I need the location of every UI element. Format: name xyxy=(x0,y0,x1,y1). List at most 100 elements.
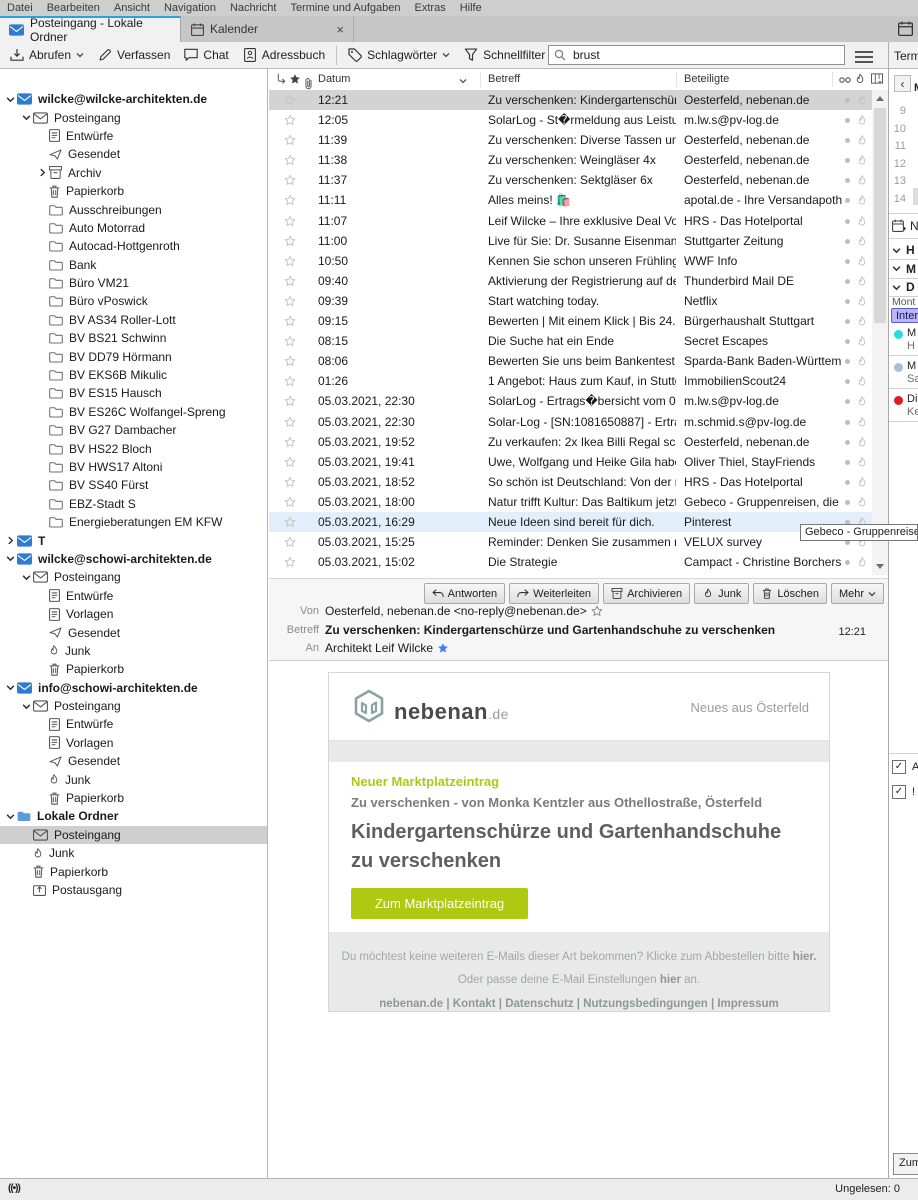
chevron-right-icon[interactable] xyxy=(4,536,17,545)
search-box[interactable] xyxy=(548,45,845,65)
folder-row-posteingang[interactable]: Posteingang xyxy=(0,697,267,715)
week-number[interactable]: 9 xyxy=(889,105,906,117)
folder-row-junk[interactable]: Junk xyxy=(0,642,267,660)
junk-icon[interactable] xyxy=(857,215,867,228)
chevron-down-icon[interactable] xyxy=(4,554,17,563)
read-status-dot[interactable] xyxy=(845,359,850,364)
today-section-1[interactable]: M xyxy=(892,262,916,276)
toolbar-button-adressbuch[interactable]: Adressbuch xyxy=(236,44,332,67)
message-row[interactable]: 08:06Bewerten Sie uns beim BankentestSpa… xyxy=(269,351,872,371)
folder-row-bv-as34-roller-lott[interactable]: BV AS34 Roller-Lott xyxy=(0,311,267,329)
message-row[interactable]: 05.03.2021, 22:30Solar-Log - [SN:1081650… xyxy=(269,412,872,432)
folder-row-bv-bs21-schwinn[interactable]: BV BS21 Schwinn xyxy=(0,329,267,347)
folder-row-archiv[interactable]: Archiv xyxy=(0,164,267,182)
folder-row-entw-rfe[interactable]: Entwürfe xyxy=(0,127,267,145)
folder-row-b-ro-vm21[interactable]: Büro VM21 xyxy=(0,274,267,292)
folder-row-auto-motorrad[interactable]: Auto Motorrad xyxy=(0,219,267,237)
star-icon[interactable] xyxy=(284,94,296,106)
folder-row-bank[interactable]: Bank xyxy=(0,256,267,274)
week-number[interactable]: 12 xyxy=(889,158,906,170)
message-row[interactable]: 05.03.2021, 19:41Uwe, Wolfgang und Heike… xyxy=(269,452,872,472)
star-icon[interactable] xyxy=(284,496,296,508)
read-status-dot[interactable] xyxy=(845,299,850,304)
read-status-dot[interactable] xyxy=(845,118,850,123)
folder-row-junk[interactable]: Junk xyxy=(0,844,267,862)
minimonth-today-cell[interactable] xyxy=(913,188,918,205)
folder-row-ebz-stadt-s[interactable]: EBZ-Stadt S xyxy=(0,495,267,513)
column-subject[interactable]: Betreff xyxy=(488,73,520,85)
junk-icon[interactable] xyxy=(857,556,867,569)
message-row[interactable]: 09:15Bewerten | Mit einem Klick | Bis 24… xyxy=(269,311,872,331)
message-row[interactable]: 10:50Kennen Sie schon unseren Frühlingsb… xyxy=(269,251,872,271)
message-row[interactable]: 05.03.2021, 18:00Natur trifft Kultur: Da… xyxy=(269,492,872,512)
button-mehr[interactable]: Mehr xyxy=(831,583,884,604)
message-row[interactable]: 05.03.2021, 18:52So schön ist Deutschlan… xyxy=(269,472,872,492)
folder-row-bv-hws17-altoni[interactable]: BV HWS17 Altoni xyxy=(0,458,267,476)
star-icon[interactable] xyxy=(284,516,296,528)
search-input[interactable] xyxy=(571,47,839,63)
star-icon[interactable] xyxy=(284,355,296,367)
scroll-up-icon[interactable] xyxy=(876,96,884,101)
open-calendar-tab-icon[interactable] xyxy=(898,21,913,36)
task-row[interactable]: ✓! xyxy=(892,785,915,799)
selected-event[interactable]: Inter xyxy=(891,308,918,323)
folder-row-b-ro-vposwick[interactable]: Büro vPoswick xyxy=(0,292,267,310)
message-row[interactable]: 05.03.2021, 19:52Zu verkaufen: 2x Ikea B… xyxy=(269,432,872,452)
chevron-down-icon[interactable] xyxy=(4,95,17,104)
chevron-down-icon[interactable] xyxy=(4,683,17,692)
star-icon[interactable] xyxy=(284,456,296,468)
column-correspondents[interactable]: Beteiligte xyxy=(684,73,729,85)
thread-column-icon[interactable] xyxy=(276,73,287,84)
folder-row-postausgang[interactable]: Postausgang xyxy=(0,881,267,899)
task-row[interactable]: ✓A xyxy=(892,760,918,774)
read-status-dot[interactable] xyxy=(845,480,850,485)
read-status-dot[interactable] xyxy=(845,259,850,264)
minimonth-prev-icon[interactable]: ‹ xyxy=(894,75,911,92)
read-status-dot[interactable] xyxy=(845,158,850,163)
event-title[interactable]: M xyxy=(907,360,916,372)
settings-link[interactable]: hier xyxy=(660,974,681,986)
new-event-button[interactable]: Ne xyxy=(892,219,918,233)
junk-icon[interactable] xyxy=(857,194,867,207)
read-status-dot[interactable] xyxy=(845,500,850,505)
star-icon[interactable] xyxy=(284,436,296,448)
message-row[interactable]: 11:00Live für Sie: Dr. Susanne Eisenmann… xyxy=(269,231,872,251)
chevron-down-icon[interactable] xyxy=(20,113,33,122)
folder-row-papierkorb[interactable]: Papierkorb xyxy=(0,789,267,807)
button-weiterleiten[interactable]: Weiterleiten xyxy=(509,583,599,604)
message-row[interactable]: 01:261 Angebot: Haus zum Kauf, in Stuttg… xyxy=(269,371,872,391)
week-number[interactable]: 11 xyxy=(889,140,906,152)
footer-links[interactable]: nebenan.de | Kontakt | Datenschutz | Nut… xyxy=(329,998,829,1010)
folder-row-vorlagen[interactable]: Vorlagen xyxy=(0,605,267,623)
toolbar-button-schnellfilter[interactable]: Schnellfilter xyxy=(457,44,552,67)
menu-nachricht[interactable]: Nachricht xyxy=(223,2,283,14)
junk-icon[interactable] xyxy=(857,395,867,408)
message-list-scrollbar[interactable] xyxy=(872,90,888,575)
menu-termine-und-aufgaben[interactable]: Termine und Aufgaben xyxy=(283,2,407,14)
button-loeschen[interactable]: Löschen xyxy=(753,583,827,604)
message-row[interactable]: 11:39Zu verschenken: Diverse Tassen und … xyxy=(269,130,872,150)
network-status-icon[interactable]: ((•)) xyxy=(8,1183,20,1194)
folder-row-entw-rfe[interactable]: Entwürfe xyxy=(0,587,267,605)
junk-icon[interactable] xyxy=(857,315,867,328)
read-status-dot[interactable] xyxy=(845,178,850,183)
marketplace-cta-button[interactable]: Zum Marktplatzeintrag xyxy=(351,888,528,919)
folder-row-lokale-ordner[interactable]: Lokale Ordner xyxy=(0,807,267,825)
folder-row-posteingang[interactable]: Posteingang xyxy=(0,826,267,844)
star-icon[interactable] xyxy=(284,375,296,387)
folder-row-autocad-hottgenroth[interactable]: Autocad-Hottgenroth xyxy=(0,237,267,255)
star-icon[interactable] xyxy=(284,174,296,186)
star-icon[interactable] xyxy=(284,556,296,568)
menu-navigation[interactable]: Navigation xyxy=(157,2,223,14)
tab-kalender[interactable]: Kalender × xyxy=(182,16,354,42)
read-status-dot[interactable] xyxy=(845,440,850,445)
read-status-dot[interactable] xyxy=(845,219,850,224)
scroll-down-icon[interactable] xyxy=(876,564,884,569)
folder-row-gesendet[interactable]: Gesendet xyxy=(0,623,267,641)
goto-today-button[interactable]: Zum xyxy=(893,1153,918,1175)
task-checkbox[interactable]: ✓ xyxy=(892,785,906,799)
junk-column-icon[interactable] xyxy=(855,73,865,85)
junk-icon[interactable] xyxy=(857,416,867,429)
event-title[interactable]: M xyxy=(907,327,916,339)
folder-row-entw-rfe[interactable]: Entwürfe xyxy=(0,715,267,733)
